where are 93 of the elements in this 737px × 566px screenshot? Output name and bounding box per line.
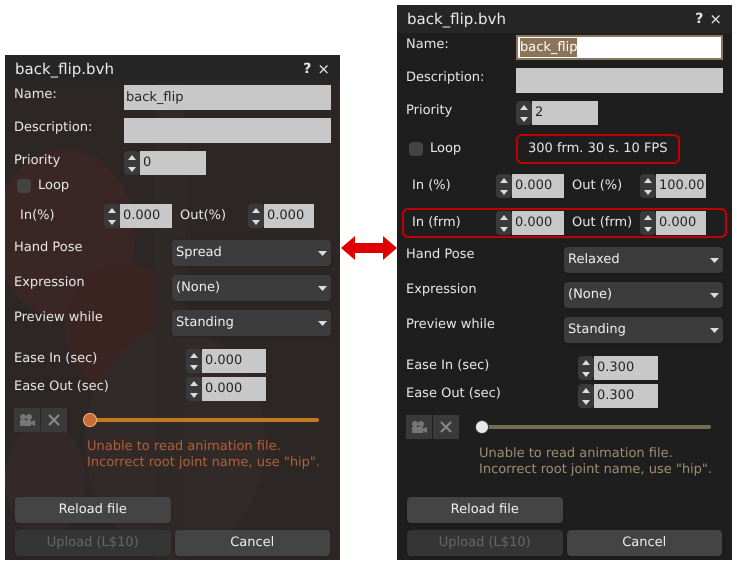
description-label: Description: — [14, 119, 94, 137]
dropdown-label: Hand Pose — [14, 239, 84, 257]
name-field[interactable]: back_flip — [516, 35, 723, 60]
description-label: Description: — [406, 69, 486, 87]
range-label: In(%) — [19, 207, 56, 226]
description-field[interactable] — [124, 118, 331, 143]
dropdown-label: Preview while — [406, 316, 496, 334]
dropdown[interactable]: Relaxed — [564, 247, 723, 273]
timeline-slider[interactable] — [83, 413, 319, 427]
caret-icon — [318, 320, 327, 326]
name-value: back_flip — [520, 38, 578, 58]
window-title: back_flip.bvh — [15, 58, 114, 80]
dropdown[interactable]: Standing — [564, 317, 723, 343]
number-field[interactable]: 2 — [532, 101, 598, 125]
range-label: In (frm) — [411, 214, 462, 232]
number-field[interactable]: 0.300 — [594, 384, 658, 408]
ease-label: Ease In (sec) — [14, 350, 98, 368]
number-spinner[interactable]: 0 — [124, 151, 206, 175]
error-message: Unable to read animation file. Incorrect root joint name, use "hip". — [478, 446, 714, 478]
dialog-button[interactable]: Cancel — [566, 530, 722, 556]
dropdown-label: Expression — [406, 281, 478, 299]
double-arrow-icon — [340, 236, 396, 260]
stop-button[interactable] — [433, 415, 459, 439]
name-field[interactable]: back_flip — [124, 85, 331, 110]
caret-icon — [318, 250, 327, 256]
caret-icon — [710, 328, 719, 332]
name-label: Name: — [406, 36, 450, 54]
close-button[interactable]: × — [317, 58, 330, 80]
number-field[interactable]: 0.300 — [594, 356, 658, 380]
slider-thumb[interactable] — [475, 420, 489, 434]
number-field[interactable]: 0.000 — [264, 204, 314, 228]
ease-label: Ease In (sec) — [406, 357, 490, 375]
number-spinner[interactable]: 0.000 — [248, 204, 314, 228]
camera-icon — [18, 413, 36, 427]
close-button[interactable]: × — [709, 8, 722, 30]
dropdown-label: Expression — [14, 274, 86, 292]
ease-label: Ease Out (sec) — [14, 378, 110, 396]
loop-checkbox[interactable] — [17, 179, 31, 193]
name-value: back_flip — [126, 88, 184, 107]
dropdown[interactable]: (None) — [564, 282, 723, 308]
loop-label: Loop — [38, 177, 70, 196]
help-button[interactable]: ? — [695, 8, 704, 30]
ease-label: Ease Out (sec) — [406, 385, 502, 403]
camera-button[interactable] — [14, 408, 40, 432]
number-field[interactable]: 0.000 — [120, 204, 172, 228]
number-spinner[interactable]: 0.000 — [496, 211, 564, 235]
loop-checkbox[interactable] — [409, 142, 423, 156]
number-spinner[interactable]: 2 — [516, 101, 598, 125]
number-field[interactable]: 0.000 — [512, 211, 564, 235]
window-title: back_flip.bvh — [407, 8, 506, 30]
dialog-button[interactable]: Reload file — [407, 497, 562, 523]
number-spinner[interactable]: 0.000 — [640, 211, 706, 235]
camera-icon — [410, 420, 428, 434]
number-spinner[interactable]: 0.000 — [186, 377, 266, 401]
dropdown[interactable]: Standing — [172, 310, 331, 336]
range-label: Out(%) — [179, 207, 228, 226]
number-spinner[interactable]: 0.000 — [186, 349, 266, 373]
dropdown-label: Hand Pose — [406, 246, 476, 264]
number-spinner[interactable]: 0.000 — [496, 174, 564, 198]
name-label: Name: — [14, 86, 58, 104]
timeline-slider[interactable] — [475, 420, 711, 434]
dropdown-label: Preview while — [14, 309, 104, 327]
range-label: Out (frm) — [571, 214, 634, 232]
loop-label: Loop — [430, 140, 462, 158]
stop-button[interactable] — [41, 408, 67, 432]
caret-icon — [710, 258, 719, 262]
number-spinner[interactable]: 100.00 — [640, 174, 706, 198]
number-field[interactable]: 0.000 — [202, 377, 266, 401]
number-field[interactable]: 0.000 — [202, 349, 266, 373]
dropdown[interactable]: (None) — [172, 275, 331, 301]
number-field[interactable]: 0.000 — [656, 211, 706, 235]
priority-label: Priority — [14, 152, 62, 170]
number-field[interactable]: 100.00 — [656, 174, 706, 198]
dropdown[interactable]: Spread — [172, 240, 331, 266]
dialog-button[interactable]: Cancel — [174, 530, 330, 556]
dialog-button[interactable]: Reload file — [15, 497, 170, 523]
error-message: Unable to read animation file. Incorrect root joint name, use "hip". — [86, 439, 322, 471]
caret-icon — [318, 286, 327, 290]
number-field[interactable]: 0.000 — [512, 174, 564, 198]
number-spinner[interactable]: 0.300 — [578, 384, 658, 408]
camera-button[interactable] — [406, 415, 432, 439]
description-field[interactable] — [516, 68, 723, 93]
close-icon — [440, 421, 452, 433]
number-field[interactable]: 0 — [140, 151, 206, 175]
number-spinner[interactable]: 0.000 — [104, 204, 172, 228]
help-button[interactable]: ? — [303, 58, 312, 80]
number-spinner[interactable]: 0.300 — [578, 356, 658, 380]
range-label: In (%) — [411, 177, 452, 196]
range-label: Out (%) — [571, 177, 624, 196]
animation-info: 300 frm. 30 s. 10 FPS — [516, 134, 680, 164]
close-icon — [48, 414, 60, 426]
priority-label: Priority — [406, 102, 454, 120]
caret-icon — [710, 292, 719, 298]
